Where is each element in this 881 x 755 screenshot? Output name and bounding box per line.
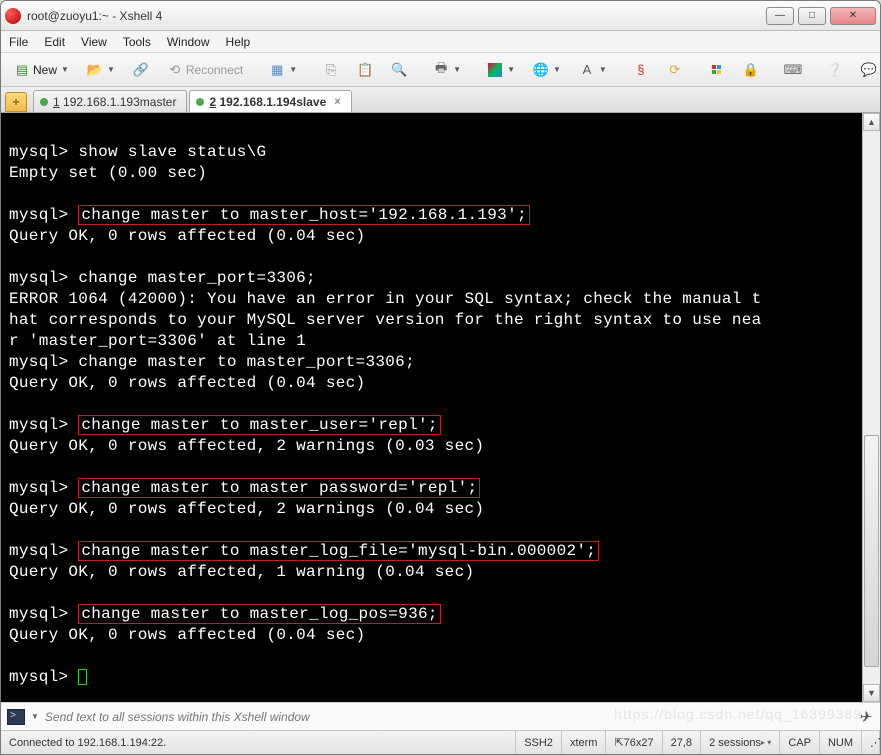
terminal[interactable]: mysql> show slave status\G Empty set (0.… [1,113,862,702]
new-icon: ▤ [14,62,30,78]
close-button[interactable]: ✕ [830,7,876,25]
status-protocol: SSH2 [516,731,562,754]
menu-edit[interactable]: Edit [44,35,65,49]
keyboard-icon: ⌨ [785,62,801,78]
tab-slave[interactable]: 2 192.168.1.194slave × [189,90,351,112]
help-icon: ❔ [827,62,843,78]
status-connection: Connected to 192.168.1.194:22. [1,731,516,754]
scroll-thumb[interactable] [864,435,879,667]
open-button[interactable]: 📂▼ [80,58,122,82]
reconnect-icon: ⟲ [167,62,183,78]
compose-dropdown-icon[interactable]: ▼ [31,712,39,721]
bubble-icon: 💬 [861,62,877,78]
menu-view[interactable]: View [81,35,107,49]
color-button[interactable]: ▼ [480,58,522,82]
status-pos: 27,8 [663,731,701,754]
highlight-box: change master to master_user='repl'; [78,415,440,435]
app-window: root@zuoyu1:~ - Xshell 4 — □ ✕ File Edit… [0,0,881,755]
font-button[interactable]: A▼ [572,58,614,82]
compose-terminal-icon[interactable] [7,709,25,725]
font-icon: A [579,62,595,78]
language-button[interactable]: 🌐▼ [526,58,568,82]
copy-icon: ⎘ [323,62,339,78]
print-button[interactable]: 🖶▼ [426,58,468,82]
properties-icon: ▦ [269,62,285,78]
highlight-box: change master to master_log_file='mysql-… [78,541,599,561]
minimize-button[interactable]: — [766,7,794,25]
copy-button[interactable]: ⎘ [316,58,346,82]
link-icon: 🔗 [133,62,149,78]
send-icon[interactable]: ✈ [858,708,874,726]
maximize-button[interactable]: □ [798,7,826,25]
status-bar: Connected to 192.168.1.194:22. SSH2 xter… [1,730,880,754]
lock-button[interactable]: 🔒 [736,58,766,82]
status-dot-icon [40,98,48,106]
highlight-box: change master to master_host='192.168.1.… [78,205,530,225]
terminal-area: mysql> show slave status\G Empty set (0.… [1,113,880,702]
vertical-scrollbar[interactable]: ▲ ▼ [862,113,880,702]
lock-icon: 🔒 [743,62,759,78]
feedback-button[interactable]: 💬 [854,58,881,82]
status-num: NUM [820,731,862,754]
link-button[interactable]: 🔗 [126,58,156,82]
tab-close-icon[interactable]: × [334,96,340,108]
scroll-track[interactable] [863,131,880,684]
menu-window[interactable]: Window [167,35,210,49]
cursor [78,669,87,685]
window-buttons: — □ ✕ [766,7,876,25]
title-bar[interactable]: root@zuoyu1:~ - Xshell 4 — □ ✕ [1,1,880,31]
folder-icon: 📂 [87,62,103,78]
add-tab-button[interactable]: + [5,92,27,112]
print-icon: 🖶 [433,62,449,78]
status-resize-grip[interactable]: ⋰ [862,731,880,754]
compose-bar: ▼ ✈ [1,702,880,730]
status-size: ‭⇱ 76x27 [606,731,662,754]
scroll-up-icon[interactable]: ▲ [863,113,880,131]
menu-file[interactable]: File [9,35,28,49]
window-title: root@zuoyu1:~ - Xshell 4 [27,9,766,23]
status-cap: CAP [780,731,820,754]
status-term: xterm [562,731,607,754]
script-icon: § [633,62,649,78]
reconnect-button[interactable]: ⟲Reconnect [160,58,250,82]
help-button[interactable]: ❔ [820,58,850,82]
compose-input[interactable] [45,710,853,724]
properties-button[interactable]: ▦▼ [262,58,304,82]
paste-button[interactable]: 📋 [350,58,380,82]
highlight-box: change master to master password='repl'; [78,478,480,498]
tile-button[interactable] [702,58,732,82]
tab-bar: + 1 192.168.1.193master 2 192.168.1.194s… [1,87,880,113]
find-icon: 🔍 [391,62,407,78]
find-button[interactable]: 🔍 [384,58,414,82]
scroll-down-icon[interactable]: ▼ [863,684,880,702]
tab-master[interactable]: 1 192.168.1.193master [33,90,187,112]
status-dot-icon [196,98,204,106]
color-icon [487,62,503,78]
new-button[interactable]: ▤New▼ [7,58,76,82]
globe-icon: 🌐 [533,62,549,78]
app-icon [5,8,21,24]
paste-icon: 📋 [357,62,373,78]
tile-icon [709,62,725,78]
toolbar: ▤New▼ 📂▼ 🔗 ⟲Reconnect ▦▼ ⎘ 📋 🔍 🖶▼ ▼ 🌐▼ A… [1,53,880,87]
refresh-button[interactable]: ⟳ [660,58,690,82]
menu-help[interactable]: Help [226,35,251,49]
status-sessions: 2 sessions ▸ ▾ [701,731,780,754]
menu-tools[interactable]: Tools [123,35,151,49]
keyboard-button[interactable]: ⌨ [778,58,808,82]
refresh-icon: ⟳ [667,62,683,78]
menu-bar: File Edit View Tools Window Help [1,31,880,53]
highlight-box: change master to master_log_pos=936; [78,604,440,624]
script-button[interactable]: § [626,58,656,82]
